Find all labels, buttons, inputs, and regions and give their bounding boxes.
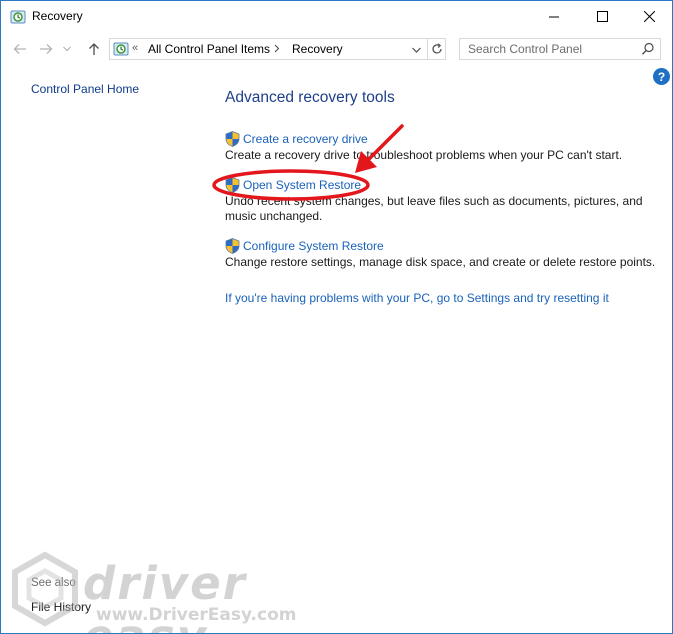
- task-open-system-restore: Open System Restore Undo recent system c…: [225, 177, 645, 224]
- breadcrumb-all-control-panel-items[interactable]: All Control Panel Items: [148, 42, 270, 56]
- recovery-window: Recovery « All Control Panel Items Recov…: [0, 0, 673, 634]
- create-recovery-drive-link[interactable]: Create a recovery drive: [225, 131, 622, 147]
- help-button[interactable]: ?: [653, 68, 670, 85]
- uac-shield-icon: [225, 177, 240, 193]
- forward-button[interactable]: [36, 39, 56, 59]
- configure-system-restore-description: Change restore settings, manage disk spa…: [225, 255, 656, 269]
- minimize-icon: [548, 16, 559, 18]
- control-panel-home-link[interactable]: Control Panel Home: [31, 82, 139, 96]
- open-system-restore-link[interactable]: Open System Restore: [225, 177, 645, 193]
- forward-arrow-icon: [40, 44, 53, 54]
- close-icon: [643, 11, 655, 22]
- driver-easy-logo: [12, 551, 78, 627]
- breadcrumb-overflow[interactable]: «: [132, 42, 138, 54]
- task-configure-system-restore: Configure System Restore Change restore …: [225, 238, 655, 270]
- maximize-icon: [596, 11, 608, 22]
- window-title: Recovery: [32, 9, 83, 23]
- navigation-bar: « All Control Panel Items Recovery: [1, 34, 672, 64]
- back-button[interactable]: [10, 39, 30, 59]
- control-panel-icon: [113, 42, 129, 56]
- create-recovery-drive-label[interactable]: Create a recovery drive: [243, 132, 368, 146]
- maximize-button[interactable]: [579, 1, 625, 32]
- search-box[interactable]: [459, 38, 661, 60]
- search-input[interactable]: [460, 39, 638, 59]
- uac-shield-icon: [225, 131, 240, 147]
- open-system-restore-label[interactable]: Open System Restore: [243, 178, 361, 192]
- address-bar[interactable]: « All Control Panel Items Recovery: [109, 38, 446, 60]
- uac-shield-icon: [225, 238, 240, 254]
- page-title: Advanced recovery tools: [225, 89, 395, 106]
- refresh-icon: [432, 43, 442, 54]
- close-button[interactable]: [626, 1, 672, 32]
- see-also-label: See also: [31, 577, 76, 589]
- open-system-restore-description: Undo recent system changes, but leave fi…: [225, 194, 643, 223]
- refresh-button[interactable]: [427, 38, 446, 60]
- up-arrow-icon: [89, 43, 99, 55]
- recent-locations-button[interactable]: [60, 39, 74, 59]
- address-dropdown-button[interactable]: [409, 43, 423, 57]
- search-icon[interactable]: [641, 42, 655, 56]
- task-create-recovery-drive: Create a recovery drive Create a recover…: [225, 131, 622, 163]
- back-arrow-icon: [13, 44, 26, 54]
- breadcrumb-separator-icon[interactable]: [274, 44, 280, 53]
- title-bar[interactable]: Recovery: [1, 1, 672, 32]
- file-history-link[interactable]: File History: [31, 600, 91, 614]
- minimize-button[interactable]: [531, 1, 577, 32]
- chevron-down-icon: [63, 46, 71, 52]
- chevron-down-icon: [411, 47, 421, 53]
- watermark-brand: driver easy: [83, 557, 247, 633]
- configure-system-restore-label[interactable]: Configure System Restore: [243, 239, 384, 253]
- configure-system-restore-link[interactable]: Configure System Restore: [225, 238, 655, 254]
- up-button[interactable]: [84, 39, 104, 59]
- create-recovery-drive-description: Create a recovery drive to troubleshoot …: [225, 148, 623, 162]
- watermark-url: www.DriverEasy.com: [96, 605, 297, 625]
- recovery-icon: [10, 10, 26, 24]
- reset-pc-settings-link[interactable]: If you're having problems with your PC, …: [225, 291, 609, 305]
- breadcrumb-recovery[interactable]: Recovery: [292, 42, 343, 56]
